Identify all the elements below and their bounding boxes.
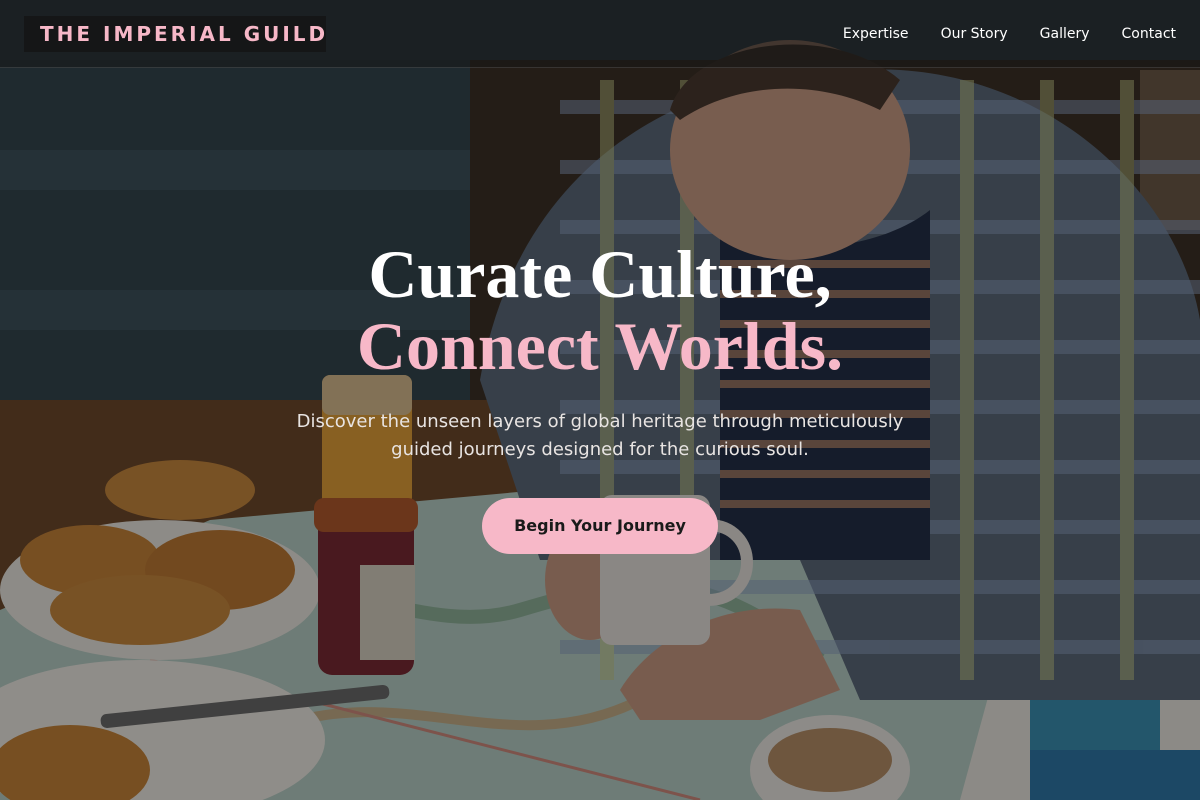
nav-links: Expertise Our Story Gallery Contact (843, 0, 1176, 68)
top-navbar: THE IMPERIAL GUILD Expertise Our Story G… (0, 0, 1200, 68)
brand-logo[interactable]: THE IMPERIAL GUILD (24, 16, 326, 52)
begin-journey-button[interactable]: Begin Your Journey (482, 498, 718, 554)
hero-section: Curate Culture, Connect Worlds. Discover… (0, 238, 1200, 554)
nav-link-contact[interactable]: Contact (1122, 26, 1176, 42)
nav-link-gallery[interactable]: Gallery (1040, 26, 1090, 42)
nav-link-expertise[interactable]: Expertise (843, 26, 909, 42)
hero-subtitle: Discover the unseen layers of global her… (296, 411, 904, 460)
hero-headline-line2: Connect Worlds. (356, 308, 844, 384)
nav-link-our-story[interactable]: Our Story (941, 26, 1008, 42)
hero-headline-line1: Curate Culture, (368, 236, 832, 312)
